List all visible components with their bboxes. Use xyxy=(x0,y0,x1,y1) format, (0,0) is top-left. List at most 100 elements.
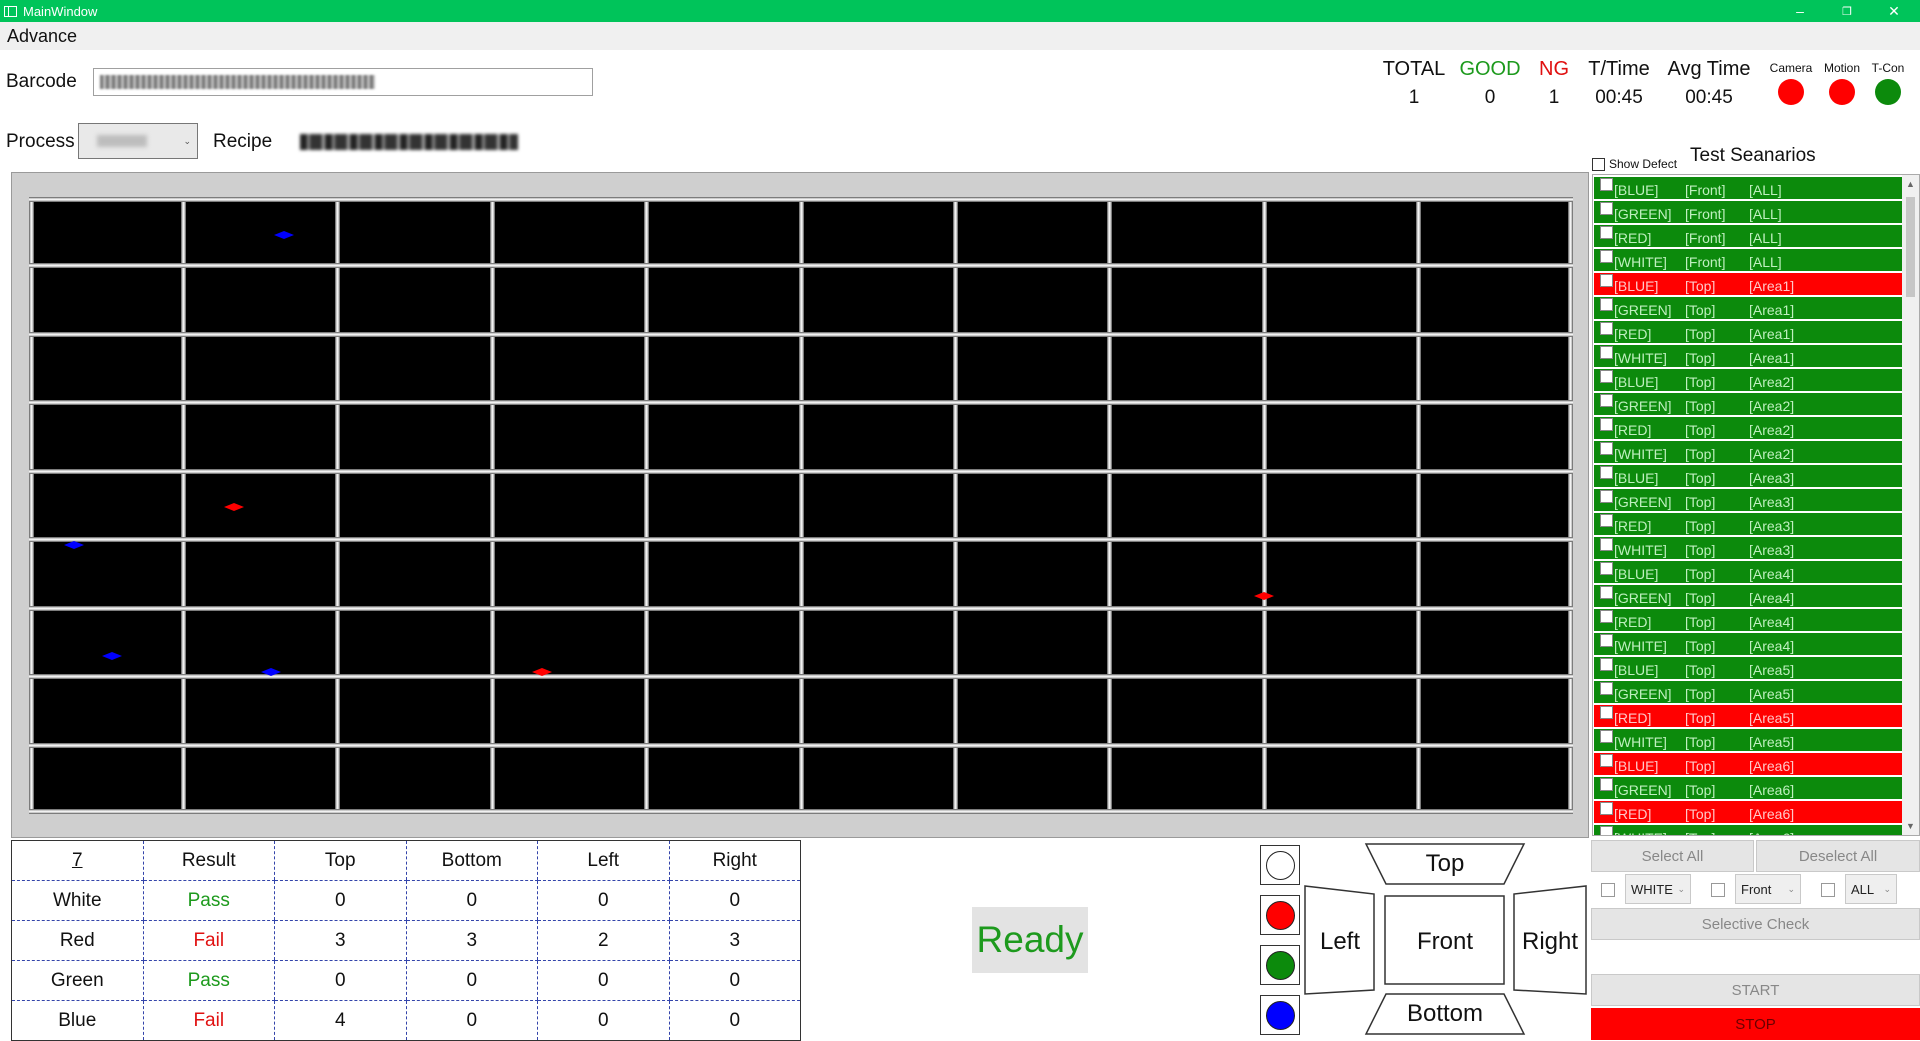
scenario-list-item[interactable]: [RED] [Top] [Area5] xyxy=(1594,705,1902,727)
restore-button[interactable]: ❐ xyxy=(1824,0,1870,22)
scenario-checkbox[interactable] xyxy=(1600,538,1613,551)
red-pattern-button[interactable] xyxy=(1260,895,1300,935)
scenario-checkbox[interactable] xyxy=(1600,346,1613,359)
scenario-list-item[interactable]: [RED] [Top] [Area6] xyxy=(1594,801,1902,823)
scenario-checkbox[interactable] xyxy=(1600,466,1613,479)
scenario-list-item[interactable]: [WHITE] [Top] [Area5] xyxy=(1594,729,1902,751)
menu-advance[interactable]: Advance xyxy=(7,26,77,47)
scenario-checkbox[interactable] xyxy=(1600,610,1613,623)
scenario-checkbox[interactable] xyxy=(1600,178,1613,191)
deselect-all-button[interactable]: Deselect All xyxy=(1756,840,1920,872)
scenario-checkbox[interactable] xyxy=(1600,490,1613,503)
defect-marker[interactable] xyxy=(102,647,123,660)
scenario-checkbox[interactable] xyxy=(1600,250,1613,263)
test-scenarios-list[interactable]: [WHITE][Top][Area6][RED][Top][Area6][GRE… xyxy=(1592,174,1920,836)
barcode-input[interactable] xyxy=(93,68,593,96)
side-filter-combobox[interactable]: Front ⌄ xyxy=(1735,874,1801,904)
scenario-checkbox[interactable] xyxy=(1600,826,1613,835)
scenario-list-item[interactable]: [BLUE] [Top] [Area2] xyxy=(1594,369,1902,391)
blue-pattern-button[interactable] xyxy=(1260,995,1300,1035)
defect-marker[interactable] xyxy=(531,663,552,677)
scenario-checkbox[interactable] xyxy=(1600,754,1613,767)
scenario-list-item[interactable]: [WHITE] [Top] [Area3] xyxy=(1594,537,1902,559)
recipe-label: Recipe xyxy=(213,131,273,152)
scenario-checkbox[interactable] xyxy=(1600,682,1613,695)
scenario-checkbox[interactable] xyxy=(1600,274,1613,287)
scenario-list-item[interactable]: [GREEN] [Top] [Area3] xyxy=(1594,489,1902,511)
scenario-list-item[interactable]: [GREEN] [Top] [Area2] xyxy=(1594,393,1902,415)
color-filter-checkbox[interactable] xyxy=(1601,883,1615,897)
scenario-list-item[interactable]: [RED] [Top] [Area4] xyxy=(1594,609,1902,631)
side-filter-checkbox[interactable] xyxy=(1711,883,1725,897)
minimize-button[interactable]: – xyxy=(1777,0,1823,22)
scenario-list-item[interactable]: [BLUE] [Top] [Area1] xyxy=(1594,273,1902,295)
close-button[interactable]: ✕ xyxy=(1871,0,1917,22)
scenario-checkbox[interactable] xyxy=(1600,226,1613,239)
select-all-button[interactable]: Select All xyxy=(1591,840,1754,872)
scenario-checkbox[interactable] xyxy=(1600,442,1613,455)
scenario-checkbox[interactable] xyxy=(1600,394,1613,407)
scenario-list-item[interactable]: [RED] [Top] [Area2] xyxy=(1594,417,1902,439)
scenario-checkbox[interactable] xyxy=(1600,418,1613,431)
scenario-list-item[interactable]: [GREEN] [Top] [Area6] xyxy=(1594,777,1902,799)
scenario-checkbox[interactable] xyxy=(1600,514,1613,527)
scenario-list-item[interactable]: [GREEN] [Top] [Area4] xyxy=(1594,585,1902,607)
scenario-list-item[interactable]: [WHITE] [Top] [Area2] xyxy=(1594,441,1902,463)
scenario-list-item[interactable]: [BLUE] [Top] [Area3] xyxy=(1594,465,1902,487)
stop-button[interactable]: STOP xyxy=(1591,1008,1920,1040)
scenario-side: [Front] xyxy=(1685,230,1726,246)
scenario-list-item[interactable]: [GREEN] [Front] [ALL] xyxy=(1594,201,1902,223)
scenario-list-item[interactable]: [RED] [Front] [ALL] xyxy=(1594,225,1902,247)
area-filter-combobox[interactable]: ALL ⌄ xyxy=(1845,874,1897,904)
start-button[interactable]: START xyxy=(1591,974,1920,1006)
selective-check-button[interactable]: Selective Check xyxy=(1591,908,1920,940)
scenario-checkbox[interactable] xyxy=(1600,298,1613,311)
scenario-side: [Top] xyxy=(1685,614,1716,630)
scenario-list-item[interactable]: [WHITE] [Top] [Area4] xyxy=(1594,633,1902,655)
scenario-checkbox[interactable] xyxy=(1600,706,1613,719)
scrollbar-thumb[interactable] xyxy=(1906,197,1915,297)
area-filter-checkbox[interactable] xyxy=(1821,883,1835,897)
color-filter-combobox[interactable]: WHITE ⌄ xyxy=(1625,874,1691,904)
process-combobox[interactable]: ⌄ xyxy=(78,123,198,159)
scenario-list-item[interactable]: [WHITE] [Top] [Area1] xyxy=(1594,345,1902,367)
scenario-list-item[interactable]: [BLUE] [Top] [Area4] xyxy=(1594,561,1902,583)
white-pattern-button[interactable] xyxy=(1260,845,1300,885)
scenario-side: [Top] xyxy=(1685,662,1716,678)
defect-marker[interactable] xyxy=(273,226,294,239)
scenario-checkbox[interactable] xyxy=(1600,658,1613,671)
scenario-list-item[interactable]: [BLUE] [Front] [ALL] xyxy=(1594,177,1902,199)
scenario-checkbox[interactable] xyxy=(1600,322,1613,335)
defect-marker[interactable] xyxy=(261,663,282,677)
scenario-list-item[interactable]: [WHITE] [Top] [Area6] xyxy=(1594,825,1902,835)
scenario-color: [GREEN] xyxy=(1614,494,1672,510)
scenario-checkbox[interactable] xyxy=(1600,586,1613,599)
scenario-checkbox[interactable] xyxy=(1600,634,1613,647)
scenarios-scrollbar[interactable]: ▲ ▼ xyxy=(1902,175,1919,835)
scenario-list-item[interactable]: [BLUE] [Top] [Area5] xyxy=(1594,657,1902,679)
scenario-list-item[interactable]: [RED] [Top] [Area3] xyxy=(1594,513,1902,535)
scenario-checkbox[interactable] xyxy=(1600,370,1613,383)
scenario-list-item[interactable]: [RED] [Top] [Area1] xyxy=(1594,321,1902,343)
scenario-list-item[interactable]: [WHITE] [Front] [ALL] xyxy=(1594,249,1902,271)
scenario-list-item[interactable]: [GREEN] [Top] [Area1] xyxy=(1594,297,1902,319)
scenario-checkbox[interactable] xyxy=(1600,802,1613,815)
scenario-color: [GREEN] xyxy=(1614,782,1672,798)
scenario-list-item[interactable]: [GREEN] [Top] [Area5] xyxy=(1594,681,1902,703)
defect-marker[interactable] xyxy=(1254,587,1275,601)
show-defect-checkbox[interactable]: Show Defect xyxy=(1592,157,1677,171)
defect-marker[interactable] xyxy=(224,498,245,512)
green-pattern-button[interactable] xyxy=(1260,945,1300,985)
scenario-side: [Front] xyxy=(1685,182,1726,198)
scenario-checkbox[interactable] xyxy=(1600,778,1613,791)
scenario-list-item[interactable]: [BLUE] [Top] [Area6] xyxy=(1594,753,1902,775)
scroll-down-icon[interactable]: ▼ xyxy=(1902,817,1919,835)
scenario-checkbox[interactable] xyxy=(1600,202,1613,215)
scenario-checkbox[interactable] xyxy=(1600,562,1613,575)
scroll-up-icon[interactable]: ▲ xyxy=(1902,175,1919,193)
defect-marker[interactable] xyxy=(63,536,84,549)
defect-map-grid xyxy=(29,197,1573,814)
checkbox-box[interactable] xyxy=(1592,157,1605,171)
scenario-checkbox[interactable] xyxy=(1600,730,1613,743)
grid-line-vertical xyxy=(489,197,495,814)
